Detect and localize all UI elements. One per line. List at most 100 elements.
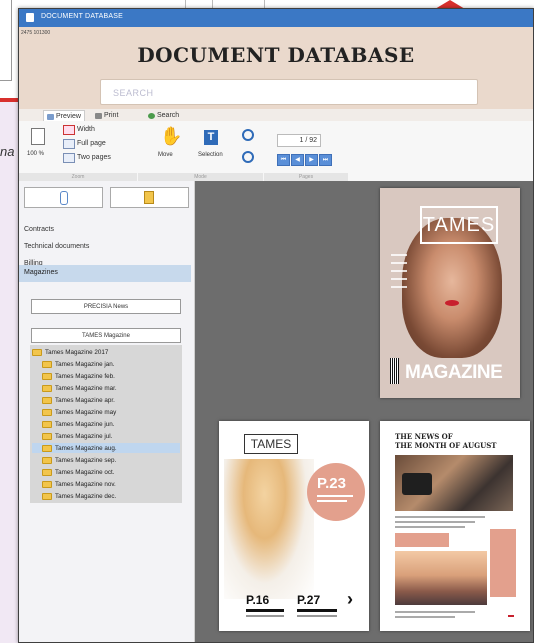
first-page-button[interactable]: ⏮ [277, 154, 290, 166]
tab-search[interactable]: Search [148, 110, 179, 121]
tree-label: Tames Magazine aug. [55, 444, 117, 452]
text-line [395, 516, 485, 518]
move-button[interactable]: Move [158, 152, 173, 158]
tab-label: Search [157, 112, 180, 119]
search-icon [148, 112, 155, 119]
selection-button[interactable]: Selection [198, 152, 223, 158]
tree-item[interactable]: Tames Magazine oct. [42, 467, 115, 477]
precisia-news-button[interactable]: PRECISIA News [31, 299, 181, 314]
ribbon-toolbar: 100 % Width Full page Two pages Zoom ✋ M… [19, 121, 533, 182]
folder-tree: Tames Magazine 2017 Tames Magazine jan. … [30, 345, 182, 503]
text-select-icon: T [204, 130, 218, 145]
accent-block [395, 533, 449, 547]
tree-item[interactable]: Tames Magazine dec. [42, 491, 116, 501]
pages-group-label: Pages [264, 173, 348, 181]
headline-line: THE NEWS OF [395, 432, 453, 441]
tree-item[interactable]: Tames Magazine feb. [42, 371, 115, 381]
zoom-two-pages-button[interactable]: Two pages [77, 154, 111, 161]
last-page-button[interactable]: ⏭ [319, 154, 332, 166]
barcode-icon [390, 358, 399, 384]
tree-label: Tames Magazine jun. [55, 420, 115, 428]
page-ref-right: P.27 [297, 593, 321, 607]
magazine-page-contents[interactable]: TAMES P.23 P.16 P.27 › [219, 421, 369, 631]
folder-button[interactable] [110, 187, 189, 208]
folder-icon [42, 384, 52, 392]
attachment-button[interactable] [24, 187, 103, 208]
zoom-group-label: Zoom [19, 173, 137, 181]
paperclip-icon [60, 191, 68, 205]
search-placeholder: SEARCH [113, 88, 154, 98]
tree-label: Tames Magazine jul. [55, 432, 113, 440]
sidebar-item-contracts[interactable]: Contracts [24, 226, 54, 233]
tab-print[interactable]: Print [95, 110, 118, 121]
tree-label: Tames Magazine may [55, 408, 117, 416]
app-header: 2475 101300 DOCUMENT DATABASE SEARCH [19, 27, 533, 109]
search-input[interactable]: SEARCH [100, 79, 478, 105]
zoom-out-icon[interactable] [242, 151, 254, 163]
tree-item[interactable]: Tames Magazine apr. [42, 395, 115, 405]
tree-label: Tames Magazine apr. [55, 396, 115, 404]
feature-text-line [317, 495, 353, 497]
next-page-button[interactable]: ▶ [305, 154, 318, 166]
tree-label: Tames Magazine feb. [55, 372, 115, 380]
width-icon [63, 125, 75, 135]
tree-label: Tames Magazine oct. [55, 468, 115, 476]
tree-item[interactable]: Tames Magazine jul. [42, 431, 112, 441]
magazine-page-news[interactable]: THE NEWS OF THE MONTH OF AUGUST [380, 421, 530, 631]
tree-label: Tames Magazine jan. [55, 360, 115, 368]
zoom-group: 100 % Width Full page Two pages Zoom [19, 121, 137, 181]
tree-item[interactable]: Tames Magazine jun. [42, 419, 115, 429]
news-headline: THE NEWS OF THE MONTH OF AUGUST [395, 432, 497, 450]
text-line [395, 521, 475, 523]
folder-icon [42, 408, 52, 416]
mode-group: ✋ Move T Selection Mode [138, 121, 263, 181]
tree-item-selected[interactable]: Tames Magazine aug. [32, 443, 180, 453]
cover-magazine-word: MAGAZINE [405, 362, 503, 383]
zoom-width-button[interactable]: Width [77, 126, 95, 133]
window-title: DOCUMENT DATABASE [41, 13, 123, 20]
cover-lips [445, 300, 459, 306]
text-line [395, 616, 455, 618]
text-line [395, 526, 465, 528]
tree-label: Tames Magazine 2017 [45, 348, 109, 356]
document-icon [31, 128, 45, 145]
zoom-full-page-button[interactable]: Full page [77, 140, 106, 147]
tree-item[interactable]: Tames Magazine mar. [42, 383, 117, 393]
sunset-photo [395, 551, 487, 605]
chevron-right-icon: › [347, 589, 353, 609]
hand-icon: ✋ [160, 126, 183, 146]
tree-root[interactable]: Tames Magazine 2017 [32, 347, 108, 357]
cover-side-text [391, 248, 413, 338]
cover-brand: TAMES [420, 206, 498, 244]
pages-group: 1 / 92 ⏮ ◀ ▶ ⏭ Pages [264, 121, 348, 181]
folder-icon [42, 492, 52, 500]
tree-item[interactable]: Tames Magazine jan. [42, 359, 115, 369]
tree-label: Tames Magazine dec. [55, 492, 117, 500]
zoom-percent[interactable]: 100 % [27, 151, 44, 157]
accent-line [508, 615, 514, 617]
magazine-cover-page[interactable]: TAMES MAGAZINE [380, 188, 520, 398]
sidebar-item-magazines-selected[interactable]: Magazines [19, 265, 191, 282]
folder-icon [42, 372, 52, 380]
tree-item[interactable]: Tames Magazine sep. [42, 455, 116, 465]
sidebar-item-technical-documents[interactable]: Technical documents [24, 243, 89, 250]
tab-label: Print [104, 112, 119, 119]
document-preview-area[interactable]: TAMES MAGAZINE TAMES P.23 P.16 P.27 › TH… [195, 181, 533, 642]
folder-icon [42, 360, 52, 368]
folder-icon [42, 432, 52, 440]
feature-page-number: P.23 [317, 475, 346, 492]
feature-badge: P.23 [307, 463, 365, 521]
tree-item[interactable]: Tames Magazine may [42, 407, 116, 417]
printer-icon [95, 112, 102, 119]
tames-magazine-button[interactable]: TAMES Magazine [31, 328, 181, 343]
previous-page-button[interactable]: ◀ [291, 154, 304, 166]
tree-item[interactable]: Tames Magazine nov. [42, 479, 116, 489]
page-ref-bar [297, 609, 337, 612]
zoom-in-icon[interactable] [242, 129, 254, 141]
id-line: 2475 101300 [21, 30, 51, 36]
ribbon-tabs: Preview Print Search [19, 109, 533, 122]
page-indicator[interactable]: 1 / 92 [277, 134, 321, 147]
folder-icon [42, 420, 52, 428]
eye-icon [47, 113, 54, 120]
background-text: na [0, 144, 15, 159]
